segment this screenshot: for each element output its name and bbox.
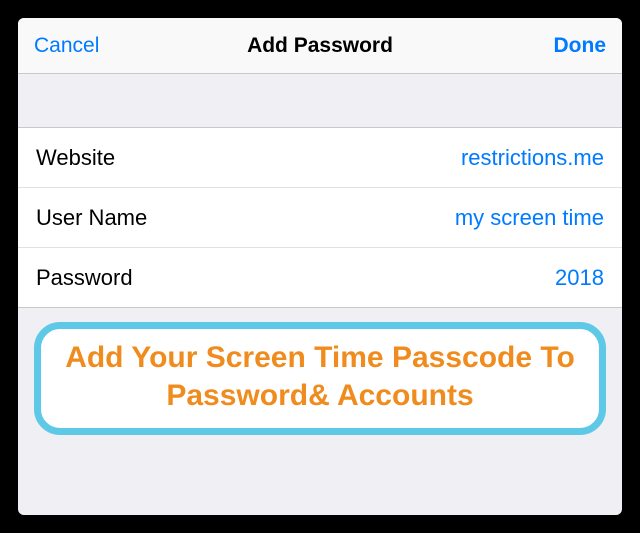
navbar: Cancel Add Password Done <box>18 18 622 74</box>
password-input[interactable] <box>153 265 604 291</box>
website-input[interactable] <box>135 145 604 171</box>
username-input[interactable] <box>167 205 604 231</box>
username-row: User Name <box>18 188 622 248</box>
add-password-screen: Cancel Add Password Done Website User Na… <box>18 18 622 515</box>
done-button[interactable]: Done <box>526 34 606 58</box>
password-label: Password <box>36 265 133 291</box>
callout-container: Add Your Screen Time Passcode To Passwor… <box>18 308 622 435</box>
website-label: Website <box>36 145 115 171</box>
section-spacer <box>18 74 622 128</box>
instruction-callout: Add Your Screen Time Passcode To Passwor… <box>34 322 606 435</box>
cancel-button[interactable]: Cancel <box>34 34 114 58</box>
password-form: Website User Name Password <box>18 128 622 308</box>
page-title: Add Password <box>114 34 526 58</box>
password-row: Password <box>18 248 622 308</box>
username-label: User Name <box>36 205 147 231</box>
callout-text: Add Your Screen Time Passcode To Passwor… <box>65 339 575 414</box>
website-row: Website <box>18 128 622 188</box>
